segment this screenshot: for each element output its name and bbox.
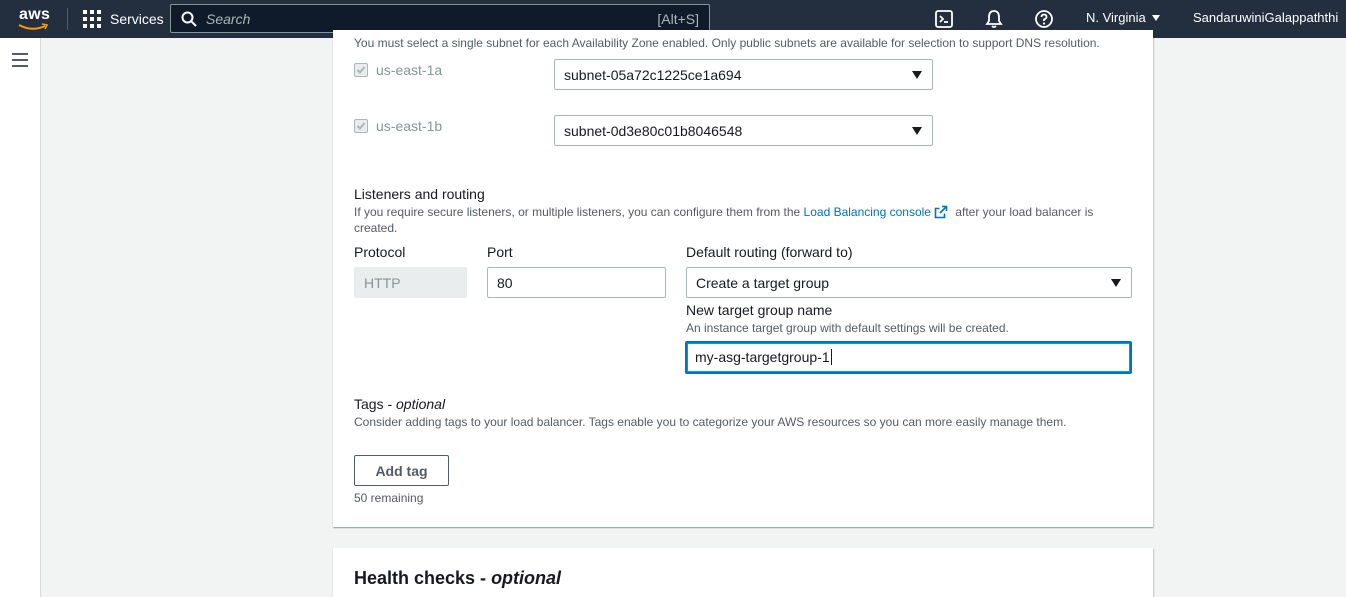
listeners-desc-text-after: after your load balancer is: [951, 205, 1094, 219]
az-label: us-east-1b: [376, 118, 443, 134]
health-checks-panel: Health checks - optional: [333, 548, 1153, 597]
protocol-field: HTTP: [354, 267, 467, 298]
search-shortcut: [Alt+S]: [657, 11, 699, 27]
listeners-desc-line2: created.: [354, 221, 398, 235]
load-balancing-console-link[interactable]: Load Balancing console: [804, 205, 931, 219]
grid-icon: [83, 10, 101, 28]
port-label: Port: [487, 244, 513, 260]
caret-down-icon: [1111, 279, 1121, 287]
tags-optional: optional: [396, 396, 446, 412]
target-group-name-description: An instance target group with default se…: [686, 321, 1009, 335]
target-group-name-value: my-asg-targetgroup-1: [695, 349, 832, 365]
aws-smile-icon: [18, 23, 49, 30]
region-label: N. Virginia: [1086, 10, 1146, 25]
cloudshell-icon[interactable]: [934, 9, 954, 29]
tags-title: Tags -: [354, 396, 397, 412]
help-icon[interactable]: [1034, 9, 1054, 29]
target-group-name-text: my-asg-targetgroup-1: [695, 349, 830, 365]
menu-hamburger-icon[interactable]: [12, 53, 28, 67]
listeners-description: If you require secure listeners, or mult…: [354, 204, 1134, 236]
subnet-select-value: subnet-0d3e80c01b8046548: [564, 123, 743, 139]
add-tag-button[interactable]: Add tag: [354, 455, 449, 486]
add-tag-label: Add tag: [375, 462, 428, 479]
notifications-bell-icon[interactable]: [984, 9, 1004, 29]
services-menu-button[interactable]: Services: [83, 9, 164, 29]
subnet-select-us-east-1a[interactable]: subnet-05a72c1225ce1a694: [554, 59, 933, 90]
account-name: SandaruwiniGalappaththi: [1193, 10, 1339, 25]
account-menu[interactable]: SandaruwiniGalappaththi: [1193, 10, 1338, 25]
services-label: Services: [110, 11, 164, 27]
search-input[interactable]: Search [Alt+S]: [170, 4, 710, 33]
az-checkbox-us-east-1b: [354, 119, 368, 133]
az-checkbox-us-east-1a: [354, 63, 368, 77]
tags-remaining: 50 remaining: [354, 491, 424, 505]
port-input[interactable]: 80: [487, 267, 666, 298]
aws-logo[interactable]: aws: [18, 6, 52, 32]
protocol-value: HTTP: [364, 275, 401, 291]
port-value: 80: [497, 275, 513, 291]
text-cursor: [830, 349, 832, 365]
default-routing-value: Create a target group: [696, 275, 830, 291]
health-checks-heading: Health checks - optional: [354, 568, 561, 589]
region-selector[interactable]: N. Virginia: [1086, 10, 1160, 25]
az-label: us-east-1a: [376, 62, 443, 78]
tags-heading: Tags - optional: [354, 396, 445, 412]
target-group-name-input[interactable]: my-asg-targetgroup-1: [685, 341, 1132, 374]
subnet-select-us-east-1b[interactable]: subnet-0d3e80c01b8046548: [554, 115, 933, 146]
tags-description: Consider adding tags to your load balanc…: [354, 415, 1067, 429]
health-checks-optional: optional: [491, 568, 562, 588]
subnet-note: You must select a single subnet for each…: [354, 36, 1100, 50]
left-sidebar: [0, 38, 41, 597]
search-icon: [181, 11, 197, 27]
listeners-heading: Listeners and routing: [354, 186, 485, 202]
default-routing-select[interactable]: Create a target group: [686, 267, 1132, 298]
listeners-desc-text: If you require secure listeners, or mult…: [354, 205, 804, 219]
caret-down-icon: [912, 71, 922, 79]
nav-divider: [67, 8, 68, 30]
default-routing-label: Default routing (forward to): [686, 244, 853, 260]
subnet-select-value: subnet-05a72c1225ce1a694: [564, 67, 742, 83]
caret-down-icon: [912, 127, 922, 135]
external-link-icon[interactable]: [934, 205, 948, 219]
search-placeholder: Search: [206, 11, 251, 27]
protocol-label: Protocol: [354, 244, 406, 260]
checkmark-icon: [356, 122, 366, 130]
chevron-down-icon: [1151, 14, 1160, 21]
health-checks-title: Health checks -: [354, 568, 492, 588]
checkmark-icon: [356, 66, 366, 74]
network-mapping-panel: You must select a single subnet for each…: [333, 30, 1153, 527]
target-group-name-label: New target group name: [686, 302, 833, 318]
